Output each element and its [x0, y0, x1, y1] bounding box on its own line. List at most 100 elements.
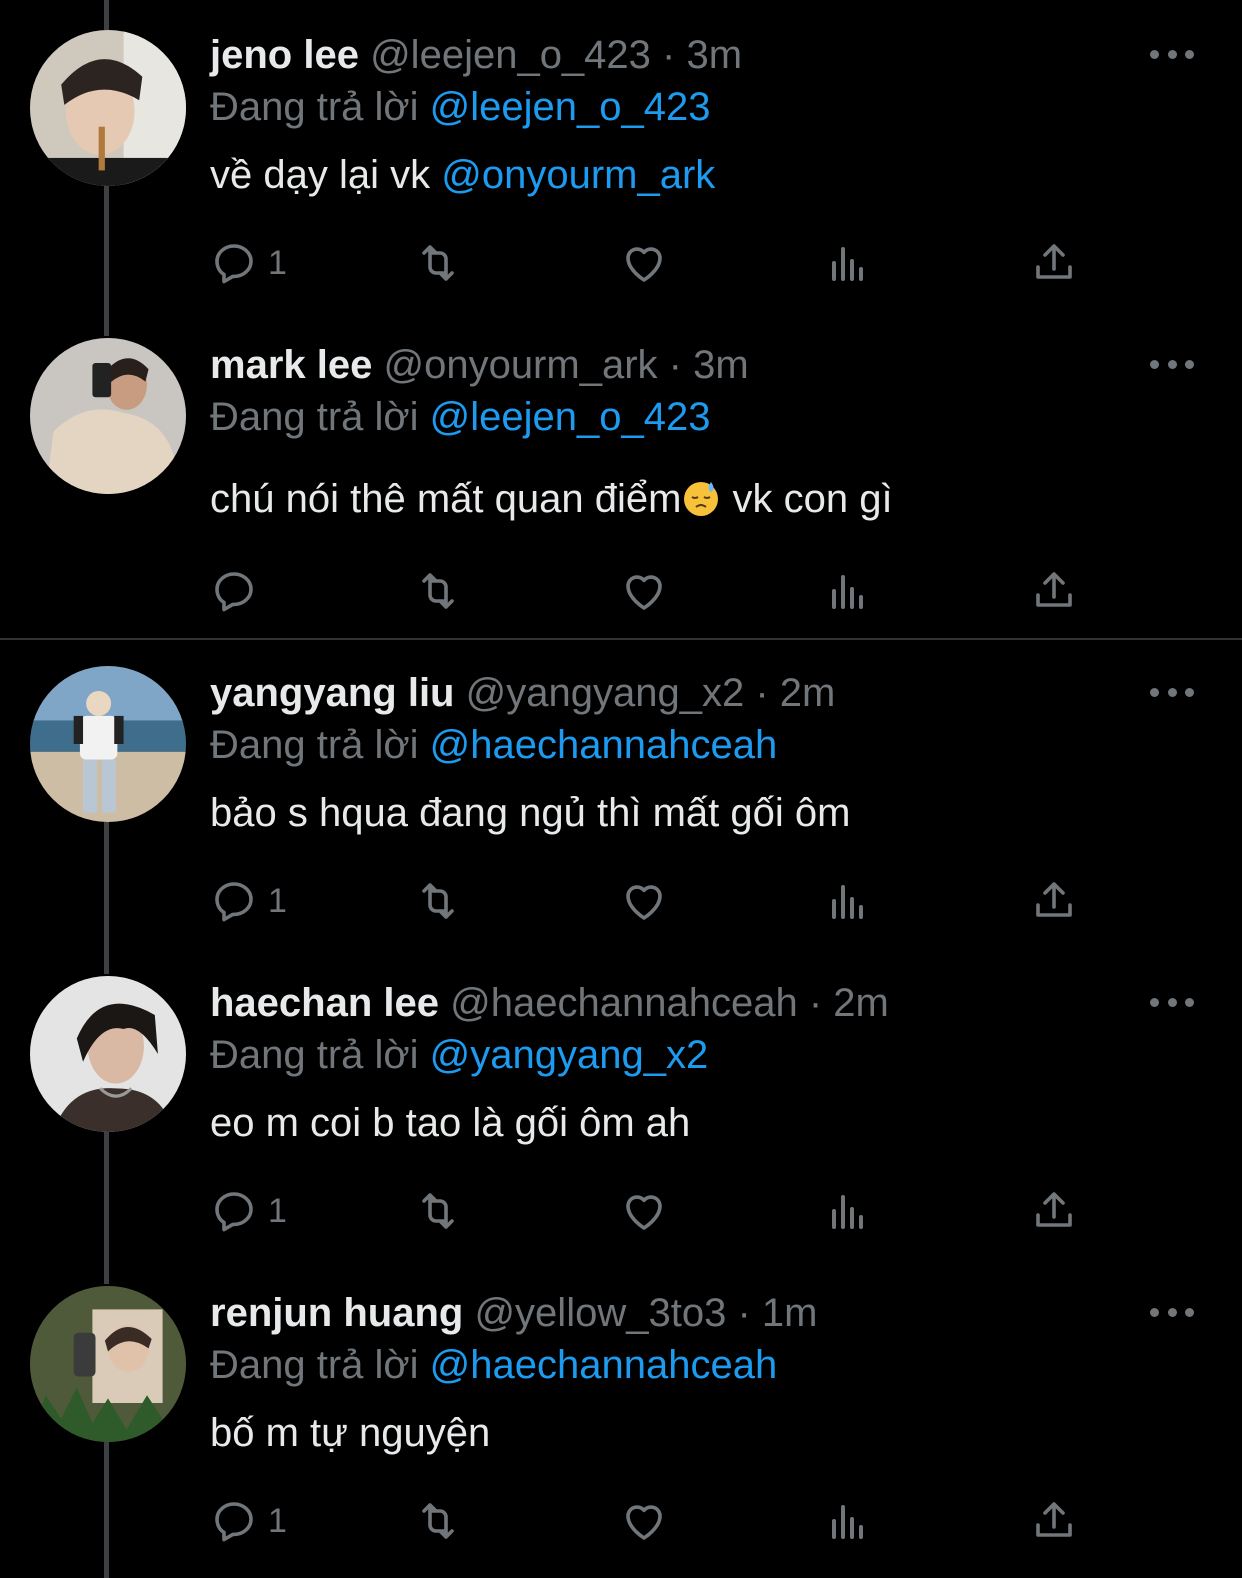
share-button[interactable] — [1030, 1186, 1078, 1236]
action-bar: 1 — [210, 238, 1090, 288]
views-icon — [832, 247, 863, 281]
like-button[interactable] — [620, 876, 668, 926]
share-icon — [1036, 1502, 1072, 1537]
timestamp[interactable]: 1m — [762, 1291, 818, 1335]
separator: · — [662, 33, 676, 77]
username[interactable]: @onyourm_ark — [383, 343, 657, 387]
avatar[interactable] — [30, 666, 186, 822]
views-icon — [832, 1195, 863, 1229]
reply-button[interactable]: 1 — [210, 238, 287, 288]
tweet-text-content: chú nói thê mất quan điểm — [210, 477, 682, 521]
tweet-text-content: eo m coi b tao là gối ôm ah — [210, 1101, 691, 1145]
separator: · — [755, 671, 769, 715]
retweet-button[interactable] — [414, 1496, 462, 1546]
separator: · — [668, 343, 682, 387]
reply-icon — [215, 882, 253, 922]
views-button[interactable] — [824, 238, 872, 288]
share-button[interactable] — [1030, 238, 1078, 288]
like-button[interactable] — [620, 1496, 668, 1546]
views-button[interactable] — [824, 566, 872, 616]
replying-mention[interactable]: @haechannahceah — [430, 723, 778, 767]
action-bar: 1 — [210, 876, 1090, 926]
username[interactable]: @yangyang_x2 — [466, 671, 745, 715]
like-button[interactable] — [620, 238, 668, 288]
separator: · — [808, 981, 823, 1025]
views-button[interactable] — [824, 876, 872, 926]
share-button[interactable] — [1030, 876, 1078, 926]
tweet-text: bảo s hqua đang ngủ thì mất gối ôm — [210, 788, 850, 838]
retweet-icon — [422, 1503, 454, 1539]
thread-line-3 — [104, 1132, 109, 1284]
replying-mention[interactable]: @haechannahceah — [430, 1343, 778, 1387]
more-icon[interactable] — [1150, 1302, 1194, 1322]
replying-mention[interactable]: @leejen_o_423 — [430, 395, 711, 439]
reply-icon — [215, 572, 253, 612]
like-button[interactable] — [620, 1186, 668, 1236]
avatar[interactable] — [30, 30, 186, 186]
tweet-text: eo m coi b tao là gối ôm ah — [210, 1098, 690, 1148]
more-icon[interactable] — [1150, 682, 1194, 702]
more-icon[interactable] — [1150, 354, 1194, 374]
replying-mention[interactable]: @yangyang_x2 — [430, 1033, 709, 1077]
timestamp[interactable]: 2m — [780, 671, 836, 715]
display-name[interactable]: renjun huang — [210, 1291, 463, 1335]
timestamp[interactable]: 3m — [687, 33, 743, 77]
tweet-text-content: bố m tự nguyện — [210, 1411, 491, 1455]
tweet-header: yangyang liu @yangyang_x2 · 2m — [210, 668, 835, 718]
retweet-button[interactable] — [414, 238, 462, 288]
display-name[interactable]: jeno lee — [210, 33, 359, 77]
retweet-icon — [422, 883, 454, 919]
username[interactable]: @leejen_o_423 — [370, 33, 651, 77]
reply-icon — [215, 244, 253, 284]
retweet-button[interactable] — [414, 876, 462, 926]
avatar[interactable] — [30, 976, 186, 1132]
replying-label: Đang trả lời — [210, 1033, 419, 1077]
like-button[interactable] — [620, 566, 668, 616]
views-button[interactable] — [824, 1496, 872, 1546]
avatar-image — [30, 338, 186, 494]
share-button[interactable] — [1030, 566, 1078, 616]
reply-icon — [215, 1192, 253, 1232]
tweet-mention[interactable]: @onyourm_ark — [441, 153, 715, 197]
avatar[interactable] — [30, 338, 186, 494]
reply-button[interactable]: 1 — [210, 1186, 287, 1236]
reply-button[interactable] — [210, 566, 258, 616]
views-button[interactable] — [824, 1186, 872, 1236]
thread-line-4 — [104, 1442, 109, 1578]
replying-to: Đang trả lời @leejen_o_423 — [210, 392, 711, 442]
more-icon[interactable] — [1150, 44, 1194, 64]
tweet-text-content: bảo s hqua đang ngủ thì mất gối ôm — [210, 791, 851, 835]
replying-to: Đang trả lời @leejen_o_423 — [210, 82, 711, 132]
avatar-image — [30, 666, 186, 822]
retweet-icon — [422, 573, 454, 609]
retweet-button[interactable] — [414, 1186, 462, 1236]
timestamp[interactable]: 2m — [833, 981, 889, 1025]
replying-label: Đang trả lời — [210, 395, 419, 439]
retweet-button[interactable] — [414, 566, 462, 616]
username[interactable]: @haechannahceah — [450, 981, 798, 1025]
action-bar — [210, 566, 1090, 616]
like-icon — [626, 1505, 662, 1540]
reply-button[interactable]: 1 — [210, 876, 287, 926]
tweet-header: renjun huang @yellow_3to3 · 1m — [210, 1288, 817, 1338]
avatar-image — [30, 1286, 186, 1442]
retweet-icon — [422, 1193, 454, 1229]
views-icon — [832, 885, 863, 919]
replying-mention[interactable]: @leejen_o_423 — [430, 85, 711, 129]
retweet-icon — [422, 245, 454, 281]
more-icon[interactable] — [1150, 992, 1194, 1012]
share-button[interactable] — [1030, 1496, 1078, 1546]
reply-button[interactable]: 1 — [210, 1496, 287, 1546]
share-icon — [1036, 1192, 1072, 1227]
display-name[interactable]: mark lee — [210, 343, 372, 387]
username[interactable]: @yellow_3to3 — [474, 1291, 726, 1335]
replying-label: Đang trả lời — [210, 723, 419, 767]
reply-count: 1 — [268, 881, 287, 920]
views-icon — [832, 575, 863, 609]
display-name[interactable]: yangyang liu — [210, 671, 455, 715]
avatar[interactable] — [30, 1286, 186, 1442]
display-name[interactable]: haechan lee — [210, 981, 439, 1025]
views-icon — [832, 1505, 863, 1539]
timestamp[interactable]: 3m — [693, 343, 749, 387]
reply-icon — [215, 1502, 253, 1542]
